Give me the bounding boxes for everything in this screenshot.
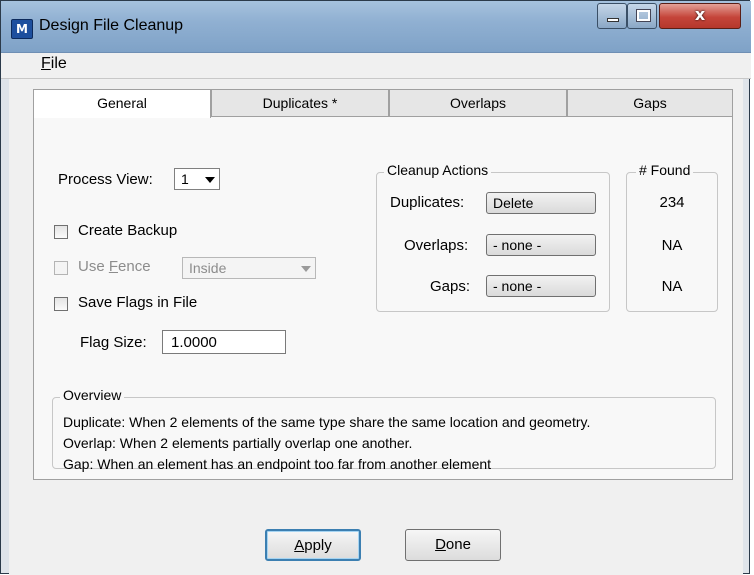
overview-group: Duplicate: When 2 elements of the same t… (52, 397, 716, 472)
overlaps-action-label: Overlaps: (404, 237, 469, 254)
flag-size-field[interactable] (162, 330, 286, 354)
flag-size-input[interactable] (163, 331, 285, 353)
chevron-down-icon (301, 266, 311, 272)
save-flags-label: Save Flags in File (78, 294, 198, 311)
apply-accel: A (294, 537, 305, 554)
done-label: one (445, 536, 471, 553)
gaps-action-label: Gaps: (430, 278, 471, 295)
found-title: # Found (636, 162, 694, 178)
gaps-action-button[interactable]: - none - (486, 275, 596, 297)
process-view-label: Process View: (58, 171, 153, 188)
use-fence-checkbox[interactable] (54, 261, 68, 275)
app-icon: M (11, 19, 33, 39)
done-accel: D (435, 536, 446, 553)
create-backup-label: Create Backup (78, 222, 178, 239)
overview-overlap-text: Overlap: When 2 elements partially overl… (63, 435, 413, 451)
menu-file-accel: F (41, 55, 51, 72)
done-button[interactable]: Done (405, 529, 501, 561)
tab-general[interactable]: General (33, 89, 211, 118)
minimize-icon (607, 18, 619, 22)
close-icon: x (694, 5, 706, 24)
use-fence-pre: Use (78, 258, 109, 275)
overlaps-action-button[interactable]: - none - (486, 234, 596, 256)
maximize-button[interactable] (627, 3, 657, 29)
minimize-button[interactable] (597, 3, 627, 29)
dialog-client: General Duplicates * Overlaps Gaps Proce… (9, 79, 743, 575)
overview-gap-text: Gap: When an element has an endpoint too… (63, 456, 492, 472)
apply-button[interactable]: Apply (265, 529, 361, 561)
save-flags-checkbox[interactable] (54, 297, 68, 311)
window-title: Design File Cleanup (39, 17, 184, 34)
use-fence-post: ence (118, 258, 151, 275)
menu-bar: File (1, 53, 751, 79)
tab-gaps[interactable]: Gaps (567, 89, 733, 117)
close-button[interactable]: x (659, 3, 741, 29)
general-panel: Process View: 1 Create Backup Use Fence … (33, 116, 733, 480)
gaps-found-count: NA (661, 278, 683, 295)
flag-size-label: Flag Size: (80, 334, 147, 351)
tab-duplicates[interactable]: Duplicates * (211, 89, 389, 117)
use-fence-label: Use Fence (78, 258, 151, 275)
overview-title: Overview (60, 387, 125, 403)
duplicates-found-count: 234 (659, 194, 685, 211)
menu-file-label: ile (50, 55, 67, 72)
process-view-value: 1 (181, 171, 189, 187)
duplicates-action-label: Duplicates: (390, 194, 465, 211)
cleanup-actions-title: Cleanup Actions (384, 162, 492, 178)
tab-overlaps[interactable]: Overlaps (389, 89, 567, 117)
apply-label: pply (304, 537, 332, 554)
fence-mode-select[interactable]: Inside (182, 257, 316, 279)
chevron-down-icon (205, 177, 215, 183)
maximize-icon (636, 9, 651, 22)
menu-file[interactable]: File (41, 55, 67, 73)
title-bar[interactable]: M Design File Cleanup x (1, 1, 751, 53)
create-backup-checkbox[interactable] (54, 225, 68, 239)
use-fence-accel: F (108, 258, 119, 275)
overview-duplicate-text: Duplicate: When 2 elements of the same t… (63, 414, 591, 430)
overlaps-found-count: NA (661, 237, 683, 254)
process-view-select[interactable]: 1 (174, 168, 220, 190)
fence-mode-value: Inside (189, 260, 227, 276)
dialog-window: M Design File Cleanup x File General Dup… (0, 0, 751, 575)
duplicates-action-button[interactable]: Delete (486, 192, 596, 214)
